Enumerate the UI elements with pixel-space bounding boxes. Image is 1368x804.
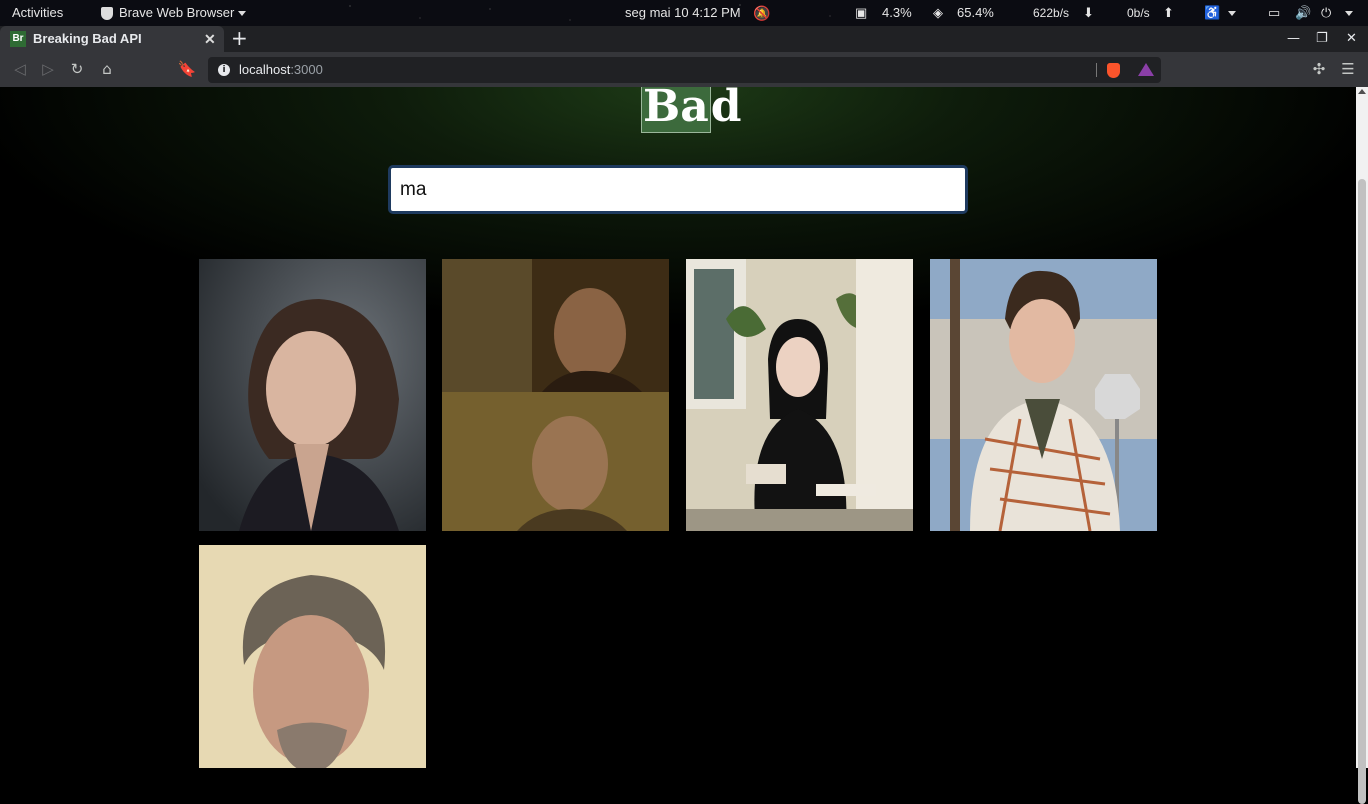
system-top-bar: Activities Brave Web Browser seg mai 10 … <box>0 0 1368 26</box>
jane-margolis-photo <box>686 259 913 531</box>
activities-button[interactable]: Activities <box>12 0 63 26</box>
url-text[interactable]: localhost:3000 <box>239 57 323 83</box>
net-up-speed: 0b/s <box>1127 6 1150 20</box>
breaking-bad-logo: Bad <box>641 87 742 133</box>
forward-button[interactable]: ▷ <box>37 52 59 87</box>
address-bar[interactable]: i localhost:3000 <box>208 57 1161 83</box>
cousins-salamanca-photo <box>442 259 669 531</box>
accessibility-icon[interactable]: ♿ <box>1204 0 1220 26</box>
volume-icon[interactable]: 🔊 <box>1295 0 1311 26</box>
scroll-up-arrow-icon[interactable] <box>1358 89 1366 94</box>
page-content: Bad <box>0 87 1356 768</box>
app-menu[interactable]: Brave Web Browser <box>101 0 247 26</box>
download-arrow-icon: ⬇ <box>1083 5 1094 20</box>
url-host: localhost <box>239 62 291 77</box>
system-menu-chevron-icon[interactable] <box>1341 0 1353 26</box>
logo-rest: d <box>710 87 742 132</box>
back-button[interactable]: ◁ <box>9 52 31 87</box>
reload-button[interactable]: ↻ <box>66 52 88 87</box>
cpu-usage: 4.3% <box>882 5 912 20</box>
character-card[interactable] <box>442 259 669 531</box>
search-input[interactable] <box>388 165 968 214</box>
brave-rewards-icon[interactable] <box>1138 63 1154 76</box>
bookmark-icon[interactable]: 🔖 <box>176 52 198 87</box>
clock[interactable]: seg mai 10 4:12 PM <box>625 0 741 26</box>
brandon-mayhew-photo <box>930 259 1157 531</box>
memory-icon: ◈ <box>933 5 943 20</box>
tab-breaking-bad-api[interactable]: Br Breaking Bad API ✕ <box>0 26 224 52</box>
tab-close-icon[interactable]: ✕ <box>204 26 216 52</box>
character-card[interactable] <box>199 259 426 531</box>
marie-schrader-photo <box>199 259 426 531</box>
net-down-speed: 622b/s <box>1033 6 1070 20</box>
extensions-icon[interactable]: ✣ <box>1308 52 1330 87</box>
character-card[interactable] <box>930 259 1157 531</box>
divider <box>1096 63 1097 77</box>
character-card[interactable] <box>199 545 426 768</box>
tab-strip: Br Breaking Bad API ✕ + — ❐ ✕ <box>0 26 1368 52</box>
menu-icon[interactable]: ☰ <box>1337 52 1359 87</box>
minimize-button[interactable]: — <box>1287 26 1300 52</box>
url-port: :3000 <box>290 62 323 77</box>
favicon: Br <box>10 31 26 47</box>
close-window-button[interactable]: ✕ <box>1346 26 1357 52</box>
power-icon[interactable]: ⏻ <box>1321 0 1331 26</box>
brave-lion-icon <box>101 7 113 21</box>
upload-arrow-icon: ⬆ <box>1163 5 1174 20</box>
screen-icon[interactable]: ▭ <box>1268 0 1280 26</box>
ted-beneke-photo <box>199 545 426 768</box>
logo-element-box: Ba <box>641 87 711 133</box>
chevron-down-icon <box>238 11 247 17</box>
browser-toolbar: ◁ ▷ ↻ ⌂ 🔖 i localhost:3000 ✣ ☰ <box>0 52 1368 87</box>
accessibility-menu-chevron-icon[interactable] <box>1224 0 1236 26</box>
maximize-button[interactable]: ❐ <box>1316 26 1328 52</box>
new-tab-button[interactable]: + <box>231 26 248 50</box>
home-button[interactable]: ⌂ <box>96 52 118 87</box>
site-info-icon[interactable]: i <box>218 64 230 76</box>
tab-title: Breaking Bad API <box>33 31 142 46</box>
page-scrollbar[interactable] <box>1356 87 1368 804</box>
scrollbar-thumb[interactable] <box>1358 179 1366 804</box>
character-card[interactable] <box>686 259 913 531</box>
app-menu-label: Brave Web Browser <box>119 5 235 20</box>
brave-shields-icon[interactable] <box>1107 63 1120 78</box>
cpu-icon: ▣ <box>855 5 868 20</box>
notifications-off-icon[interactable]: 🔕 <box>753 0 770 26</box>
memory-usage: 65.4% <box>957 5 994 20</box>
